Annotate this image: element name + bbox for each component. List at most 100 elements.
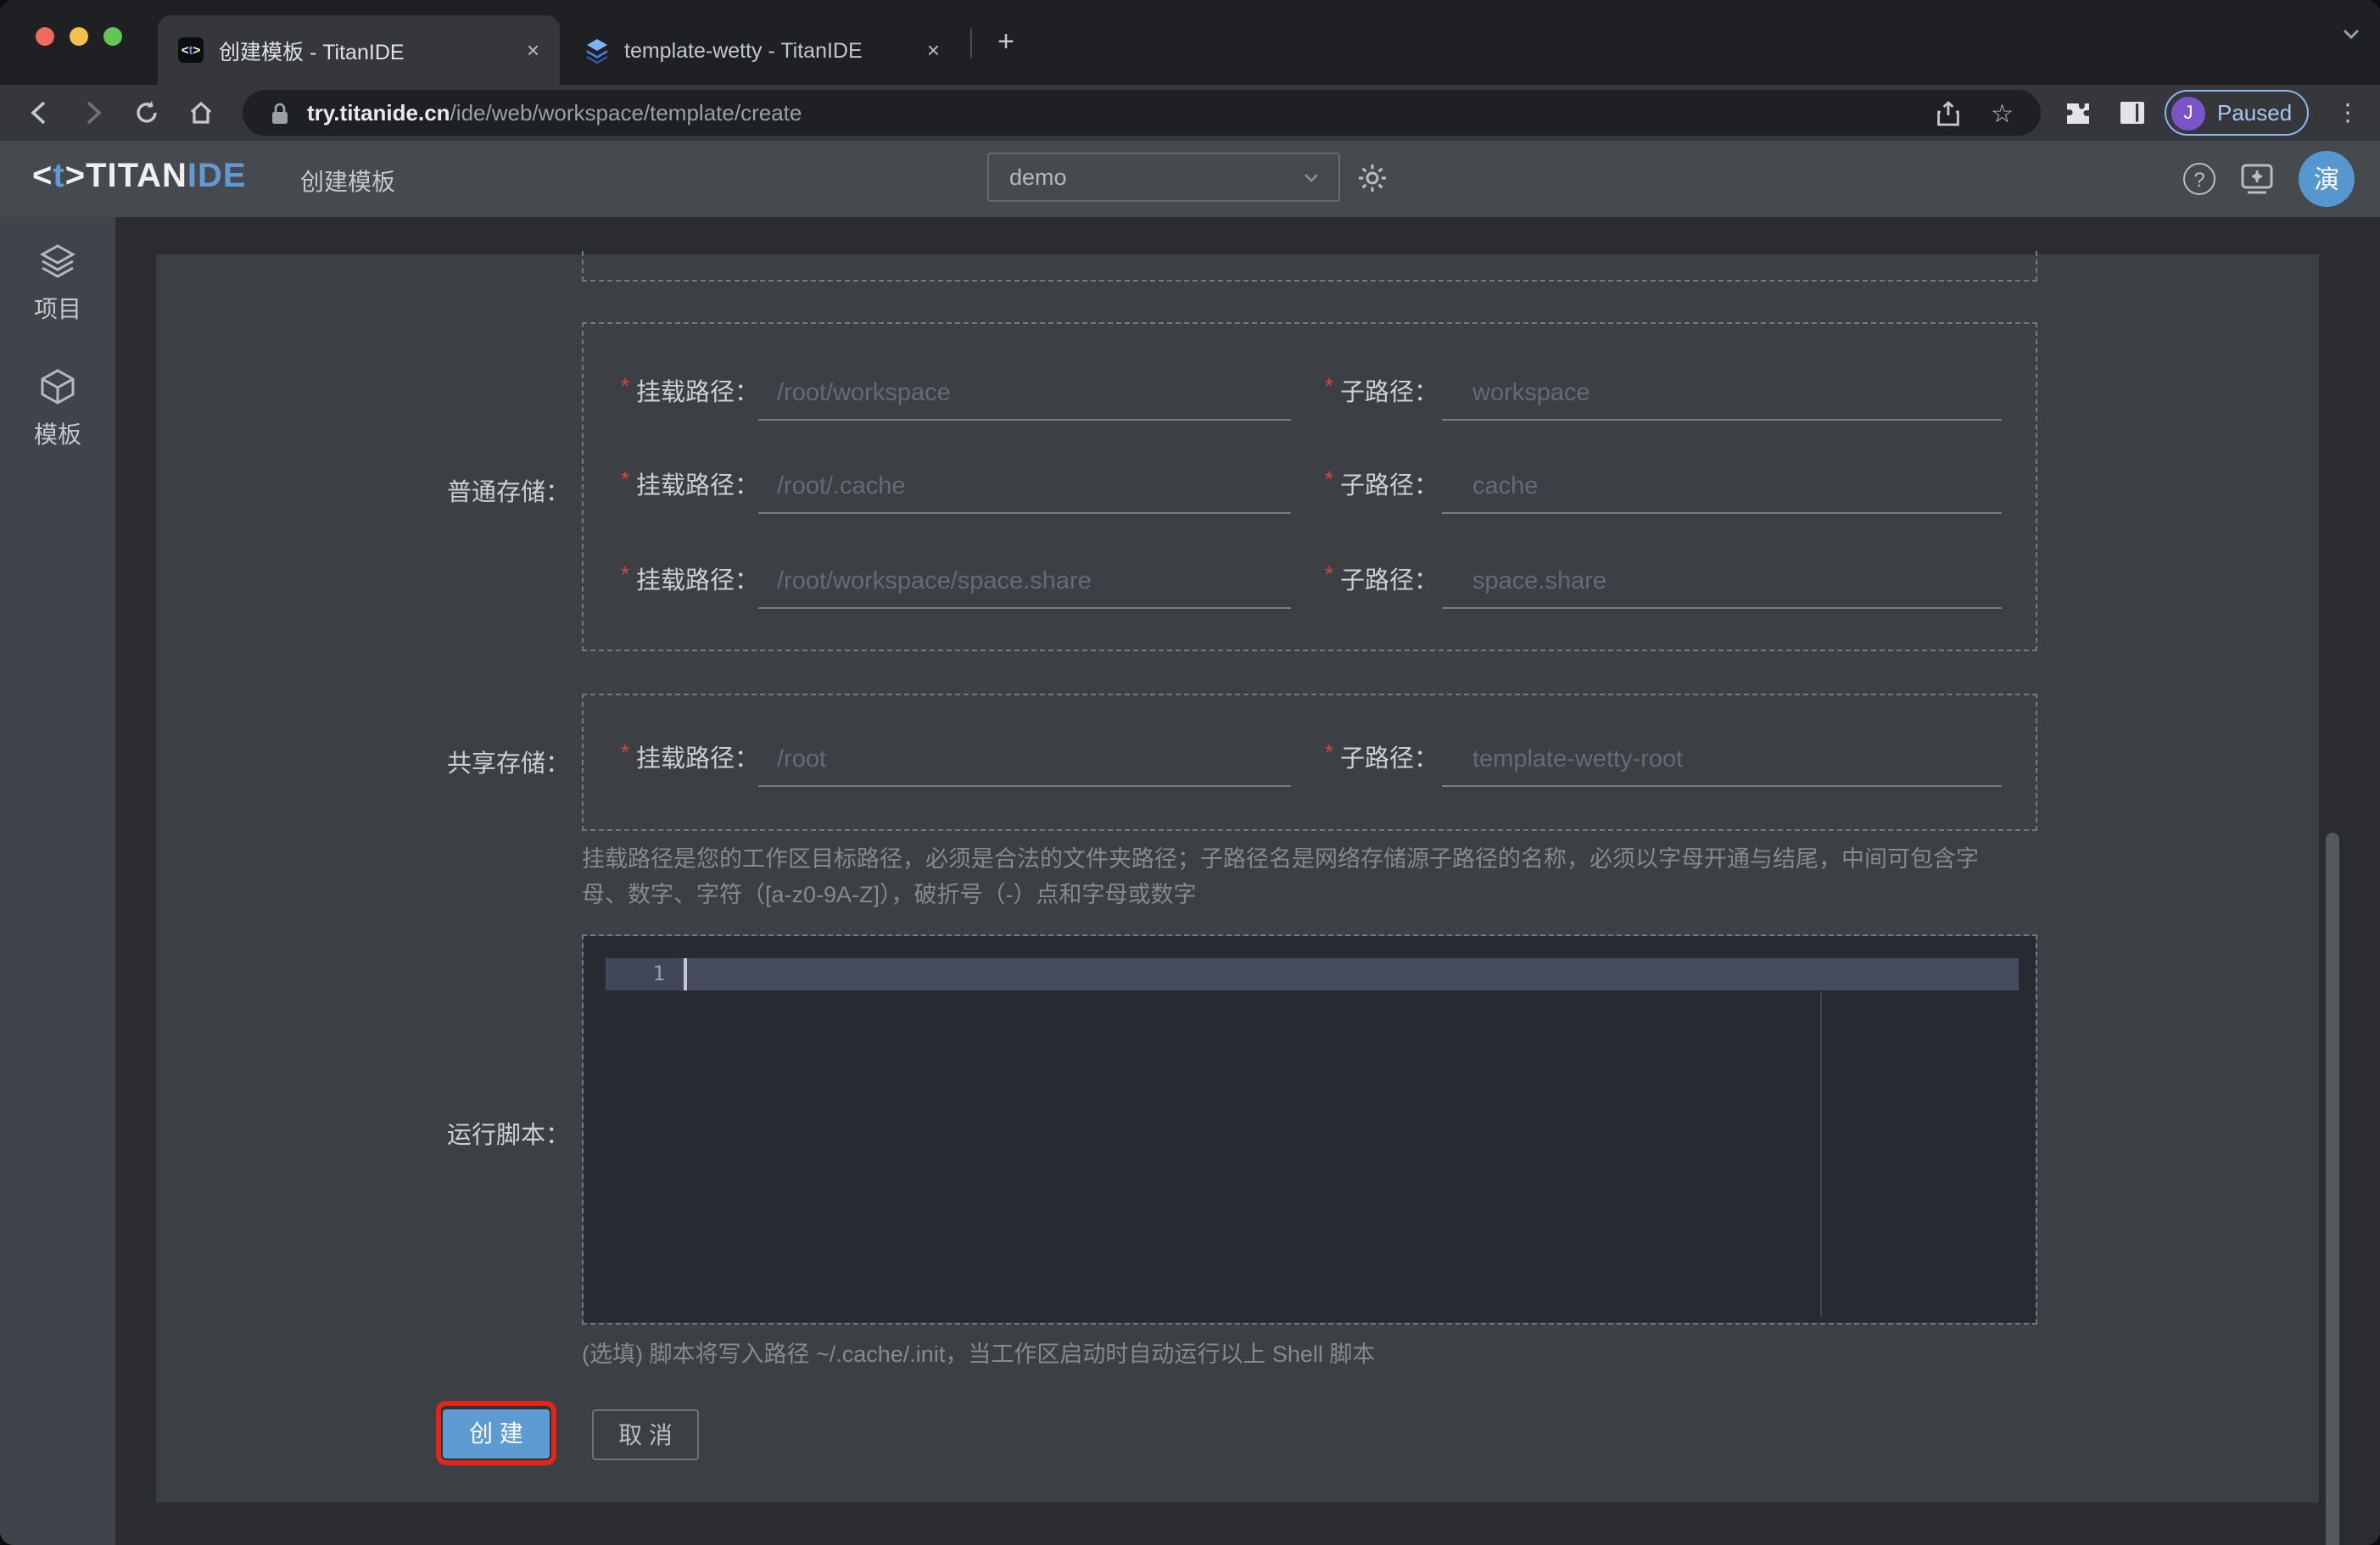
gear-icon[interactable] [1357, 163, 1388, 193]
macos-minimize-button[interactable] [70, 27, 88, 46]
sub-path-label: 子路径： [1340, 380, 1439, 407]
required-mark: * [621, 373, 630, 399]
tab-strip: < t > 创建模板 - TitanIDE × template-wetty - T… [0, 0, 2380, 85]
storage-row: * 挂载路径： * 子路径： [584, 733, 2036, 787]
tab-template-wetty[interactable]: template-wetty - TitanIDE × [565, 15, 960, 85]
browser-window: < t > 创建模板 - TitanIDE × template-wetty - T… [0, 0, 2380, 1545]
editor-current-line: 1 [606, 958, 2019, 990]
sub-path-label: 子路径： [1340, 568, 1439, 595]
sub-path-input[interactable] [1442, 733, 2002, 787]
url-path: /ide/web/workspace/template/create [450, 100, 802, 125]
url-host: try.titanide.cn [307, 100, 450, 125]
tab-overflow-chevron-icon[interactable] [2339, 22, 2363, 46]
user-avatar[interactable]: 演 [2299, 151, 2355, 207]
address-bar[interactable]: try.titanide.cn/ide/web/workspace/templa… [243, 90, 2041, 136]
tab-create-template[interactable]: < t > 创建模板 - TitanIDE × [158, 15, 560, 85]
path-hint: 挂载路径是您的工作区目标路径，必须是合法的文件夹路径；子路径名是网络存储源子路径… [582, 841, 2051, 912]
storage-row: * 挂载路径： * 子路径： [584, 460, 2036, 514]
titanide-logo[interactable]: <t>TITANIDE [32, 158, 247, 197]
titanide-favicon: < t > [178, 37, 204, 63]
profile-chip[interactable]: J Paused [2165, 90, 2309, 136]
mount-path-input[interactable] [758, 460, 1291, 514]
sub-path-input[interactable] [1442, 460, 2002, 514]
workspace-select-value: demo [1009, 165, 1067, 190]
normal-storage-group: * 挂载路径： * 子路径： * 挂载路径： * 子路径： * [582, 322, 2037, 651]
sub-path-input[interactable] [1442, 555, 2002, 609]
run-script-label: 运行脚本： [447, 1123, 570, 1150]
side-panel-icon[interactable] [2119, 100, 2146, 125]
browser-toolbar: try.titanide.cn/ide/web/workspace/templa… [0, 85, 2380, 141]
sub-path-label: 子路径： [1340, 746, 1439, 773]
create-button-highlight: 创 建 [436, 1401, 556, 1465]
sub-path-input[interactable] [1442, 366, 2002, 421]
storage-group-partial [582, 251, 2037, 282]
main-area: 项目 模板 普通存储： * 挂载路径： * 子路 [0, 217, 2380, 1545]
workspace-select[interactable]: demo [987, 153, 1340, 202]
browser-menu-icon[interactable]: ⋮ [2336, 98, 2360, 127]
normal-storage-label: 普通存储： [447, 480, 570, 507]
required-mark: * [621, 466, 630, 492]
mount-path-label: 挂载路径： [636, 568, 759, 595]
template-favicon [587, 38, 607, 63]
required-mark: * [1325, 739, 1334, 765]
tab-divider [970, 29, 972, 58]
editor-column-ruler [1820, 992, 1822, 1318]
chevron-down-icon [1305, 173, 1318, 181]
profile-avatar: J [2171, 96, 2205, 130]
tab-title: 创建模板 - TitanIDE [219, 41, 405, 64]
script-editor-group: 1 [582, 934, 2037, 1325]
mount-path-input[interactable] [758, 366, 1291, 421]
app-header: <t>TITANIDE 创建模板 demo ? 演 [0, 141, 2380, 217]
macos-close-button[interactable] [36, 27, 54, 46]
cancel-button[interactable]: 取 消 [592, 1409, 699, 1460]
forward-icon[interactable] [78, 98, 107, 127]
tab-title: template-wetty - TitanIDE [624, 38, 863, 62]
new-tab-button[interactable]: + [987, 24, 1025, 61]
extensions-puzzle-icon[interactable] [2063, 100, 2092, 127]
tab-close-icon[interactable]: × [913, 37, 960, 63]
help-icon[interactable]: ? [2183, 163, 2215, 195]
mount-path-input[interactable] [758, 733, 1291, 787]
required-mark: * [1325, 466, 1334, 492]
cube-icon [41, 369, 75, 404]
home-icon[interactable] [187, 98, 215, 127]
sidebar-item-label: 模板 [34, 421, 81, 448]
system-settings-icon[interactable] [2239, 163, 2275, 197]
sub-path-label: 子路径： [1340, 473, 1439, 500]
script-code-editor[interactable]: 1 [584, 936, 2036, 1323]
page-scrollbar[interactable] [2326, 833, 2338, 1545]
path-hint-line1: 挂载路径是您的工作区目标路径，必须是合法的文件夹路径；子路径名是网络存储源子路径… [582, 846, 1979, 872]
bookmark-star-icon[interactable]: ☆ [1991, 98, 2014, 128]
required-mark: * [1325, 561, 1334, 587]
editor-line-number: 1 [606, 958, 684, 990]
required-mark: * [621, 739, 630, 765]
create-button[interactable]: 创 建 [443, 1408, 550, 1458]
storage-row: * 挂载路径： * 子路径： [584, 366, 2036, 421]
required-mark: * [621, 561, 630, 587]
profile-status: Paused [2217, 100, 2293, 125]
storage-row: * 挂载路径： * 子路径： [584, 555, 2036, 609]
screen: < t > 创建模板 - TitanIDE × template-wetty - T… [0, 0, 2380, 1545]
mount-path-label: 挂载路径： [636, 473, 759, 500]
back-icon[interactable] [25, 98, 54, 127]
mount-path-label: 挂载路径： [636, 380, 759, 407]
form-panel: 普通存储： * 挂载路径： * 子路径： * 挂载路径： * 子路径： [156, 251, 2319, 1503]
tab-close-icon[interactable]: × [513, 37, 560, 63]
mount-path-label: 挂载路径： [636, 746, 759, 773]
share-icon[interactable] [1935, 99, 1960, 126]
layers-icon [39, 244, 76, 278]
reload-icon[interactable] [132, 98, 161, 127]
editor-caret [684, 958, 686, 990]
shared-storage-group: * 挂载路径： * 子路径： [582, 694, 2037, 831]
script-note: (选填) 脚本将写入路径 ~/.cache/.init，当工作区启动时自动运行以… [582, 1341, 1376, 1367]
macos-zoom-button[interactable] [103, 27, 122, 46]
sidebar-item-projects[interactable]: 项目 [0, 241, 115, 326]
sidebar-item-label: 项目 [34, 295, 81, 322]
path-hint-line2: 母、数字、字符（[a-z0-9A-Z]），破折号（-）点和字母或数字 [582, 882, 1197, 907]
required-mark: * [1325, 373, 1334, 399]
mount-path-input[interactable] [758, 555, 1291, 609]
shared-storage-label: 共享存储： [447, 751, 570, 778]
app-sidebar: 项目 模板 [0, 217, 115, 1545]
lock-icon [272, 102, 288, 123]
sidebar-item-templates[interactable]: 模板 [0, 366, 115, 451]
